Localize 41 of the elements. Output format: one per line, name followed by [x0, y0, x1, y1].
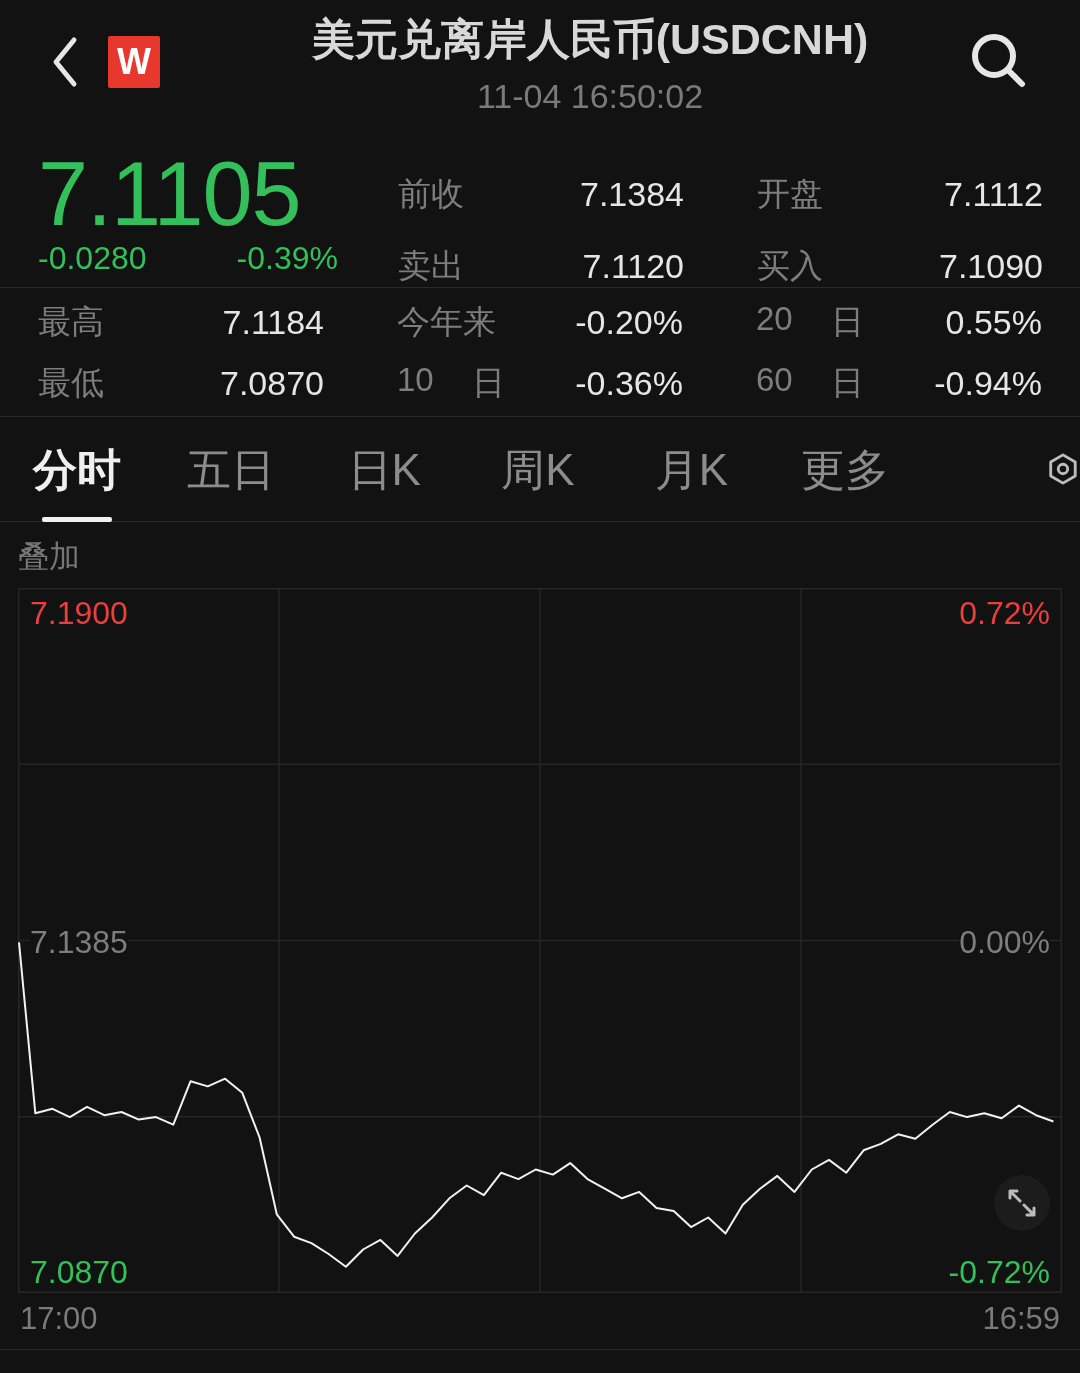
field-label: 前收: [398, 173, 464, 214]
window-title: 美元兑离岸人民币(USDCNH): [311, 13, 869, 65]
stat-value: 0.55%: [945, 303, 1042, 342]
overlay-button[interactable]: 叠加: [0, 522, 82, 588]
time-axis-label: 16:59: [982, 1301, 1060, 1337]
period-unit: 日: [830, 363, 864, 403]
settings-icon[interactable]: [1046, 451, 1080, 487]
period-number: 60: [756, 361, 793, 400]
expand-icon: [1006, 1187, 1038, 1219]
field-value: 7.1384: [580, 174, 684, 214]
field-value: 7.1112: [944, 174, 1043, 214]
chart-tab[interactable]: 五日: [153, 416, 308, 522]
chart-tab[interactable]: 日K: [307, 416, 461, 522]
chart-tab[interactable]: 周K: [461, 416, 615, 522]
quote-time: 11-04 16:50:02: [476, 76, 704, 116]
chart-tab[interactable]: 月K: [614, 416, 769, 522]
search-icon[interactable]: [970, 32, 1026, 88]
period-unit: 日: [830, 302, 864, 342]
field-label: 卖出: [398, 245, 464, 286]
stat-value: 7.1184: [222, 303, 324, 342]
percent-change: -0.39%: [236, 240, 338, 277]
price-change: -0.0280: [38, 240, 147, 277]
field-label: 开盘: [757, 173, 823, 214]
stat-value: -0.94%: [934, 364, 1042, 403]
stat-label: 今年来: [397, 302, 496, 342]
period-unit: 日: [471, 363, 505, 403]
stat-label: 最高: [38, 302, 104, 342]
chart-tab[interactable]: 更多: [768, 416, 923, 522]
period-number: 10: [397, 361, 434, 400]
stat-label: 最低: [38, 363, 104, 403]
field-value: 7.1120: [582, 246, 684, 286]
stat-value: 7.0870: [220, 364, 324, 403]
field-label: 买入: [757, 245, 823, 286]
stat-value: -0.36%: [575, 364, 683, 403]
app-logo: W: [108, 36, 160, 88]
last-price: 7.1105: [38, 150, 302, 238]
period-number: 20: [756, 300, 793, 339]
time-axis-label: 17:00: [20, 1301, 98, 1337]
stat-value: -0.20%: [575, 303, 683, 342]
chart-tab[interactable]: 分时: [0, 416, 154, 522]
field-value: 7.1090: [939, 246, 1043, 286]
